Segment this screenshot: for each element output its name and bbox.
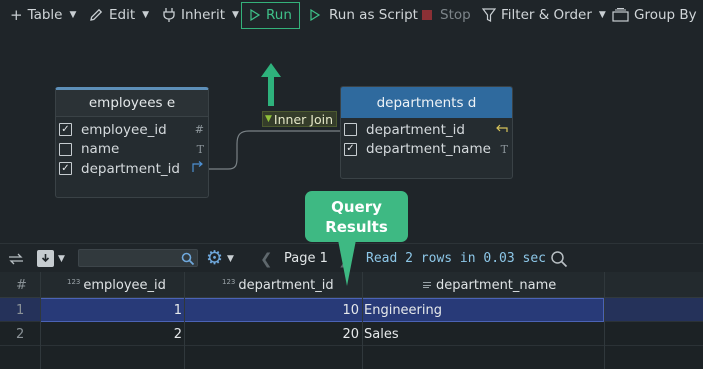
join-arrow-icon xyxy=(495,122,508,137)
page-indicator: Page 1 xyxy=(284,251,328,266)
join-arrow-icon xyxy=(192,161,204,176)
departments-table-title: departments d xyxy=(341,87,512,118)
numeric-type-icon: # xyxy=(194,123,204,137)
chevron-down-icon: ▼ xyxy=(227,253,234,264)
callout-line-1: Query xyxy=(331,197,382,216)
result-filter-input[interactable] xyxy=(78,249,198,267)
column-label: name xyxy=(81,141,120,158)
column-divider xyxy=(184,272,185,369)
chevron-down-icon: ▼ xyxy=(265,114,272,124)
results-grid[interactable]: # 123 employee_id 123 department_id depa… xyxy=(0,272,703,369)
row-number: 2 xyxy=(16,326,25,342)
column-header-department-name[interactable]: department_name xyxy=(423,273,556,297)
department-name-cell[interactable]: Engineering xyxy=(364,298,442,322)
column-checkbox[interactable]: ✓ xyxy=(59,123,72,137)
column-department-id[interactable]: department_id xyxy=(341,120,512,140)
row-number-header: # xyxy=(16,277,27,293)
text-type-icon: T xyxy=(196,142,204,156)
column-department-name[interactable]: ✓ department_name T xyxy=(341,140,512,160)
numeric-type-icon: 123 xyxy=(67,278,81,286)
refresh-icon[interactable] xyxy=(7,244,25,273)
query-status: Read 2 rows in 0.03 sec xyxy=(366,251,547,266)
department-name-cell[interactable]: Sales xyxy=(364,322,399,346)
previous-page-icon[interactable]: ❮ xyxy=(260,244,273,273)
column-checkbox[interactable]: ✓ xyxy=(59,162,72,176)
search-icon[interactable] xyxy=(181,244,195,273)
column-divider xyxy=(362,272,363,369)
column-employee-id[interactable]: ✓ employee_id # xyxy=(56,120,208,140)
column-header-employee-id[interactable]: 123 employee_id xyxy=(67,273,166,297)
text-type-icon: T xyxy=(500,142,508,156)
employees-table-title: employees e xyxy=(56,90,208,117)
column-name[interactable]: name T xyxy=(56,140,208,160)
department-id-cell[interactable]: 20 xyxy=(186,322,359,346)
download-icon xyxy=(37,250,54,267)
table-row[interactable]: 2 2 20 Sales xyxy=(0,322,703,346)
query-results-callout: Query Results xyxy=(305,191,408,242)
employee-id-cell[interactable]: 1 xyxy=(40,298,182,322)
settings-menu[interactable]: ⚙ ▼ xyxy=(206,244,234,273)
column-label: department_name xyxy=(366,141,491,158)
employees-table-card[interactable]: employees e ✓ employee_id # name T ✓ dep… xyxy=(55,87,209,198)
column-header-label: department_name xyxy=(436,277,557,293)
gear-icon: ⚙ xyxy=(206,247,224,269)
callout-pointer xyxy=(338,240,356,286)
column-label: employee_id xyxy=(81,121,167,138)
column-checkbox[interactable] xyxy=(344,123,357,137)
column-label: department_id xyxy=(366,121,465,138)
chevron-down-icon: ▼ xyxy=(58,253,65,264)
column-header-label: employee_id xyxy=(83,277,166,293)
column-divider xyxy=(604,272,605,369)
row-number: 1 xyxy=(16,302,25,318)
callout-line-2: Results xyxy=(325,217,388,236)
column-header-department-id[interactable]: 123 department_id xyxy=(222,273,334,297)
column-checkbox[interactable]: ✓ xyxy=(344,142,357,156)
search-icon[interactable] xyxy=(550,244,568,273)
text-type-icon xyxy=(423,282,431,288)
employee-id-cell[interactable]: 2 xyxy=(40,322,182,346)
numeric-type-icon: 123 xyxy=(222,278,236,286)
column-header-label: department_id xyxy=(238,277,334,293)
column-department-id[interactable]: ✓ department_id xyxy=(56,159,208,179)
join-type-label[interactable]: ▼ Inner Join xyxy=(262,111,337,127)
export-menu[interactable]: ▼ xyxy=(37,244,65,273)
departments-table-card[interactable]: departments d department_id ✓ department… xyxy=(340,86,513,179)
table-row[interactable]: 1 1 10 Engineering xyxy=(0,298,703,322)
join-type-text: Inner Join xyxy=(273,111,333,127)
column-divider xyxy=(40,272,41,369)
column-checkbox[interactable] xyxy=(59,142,72,156)
department-id-cell[interactable]: 10 xyxy=(186,298,359,322)
column-label: department_id xyxy=(81,160,180,177)
